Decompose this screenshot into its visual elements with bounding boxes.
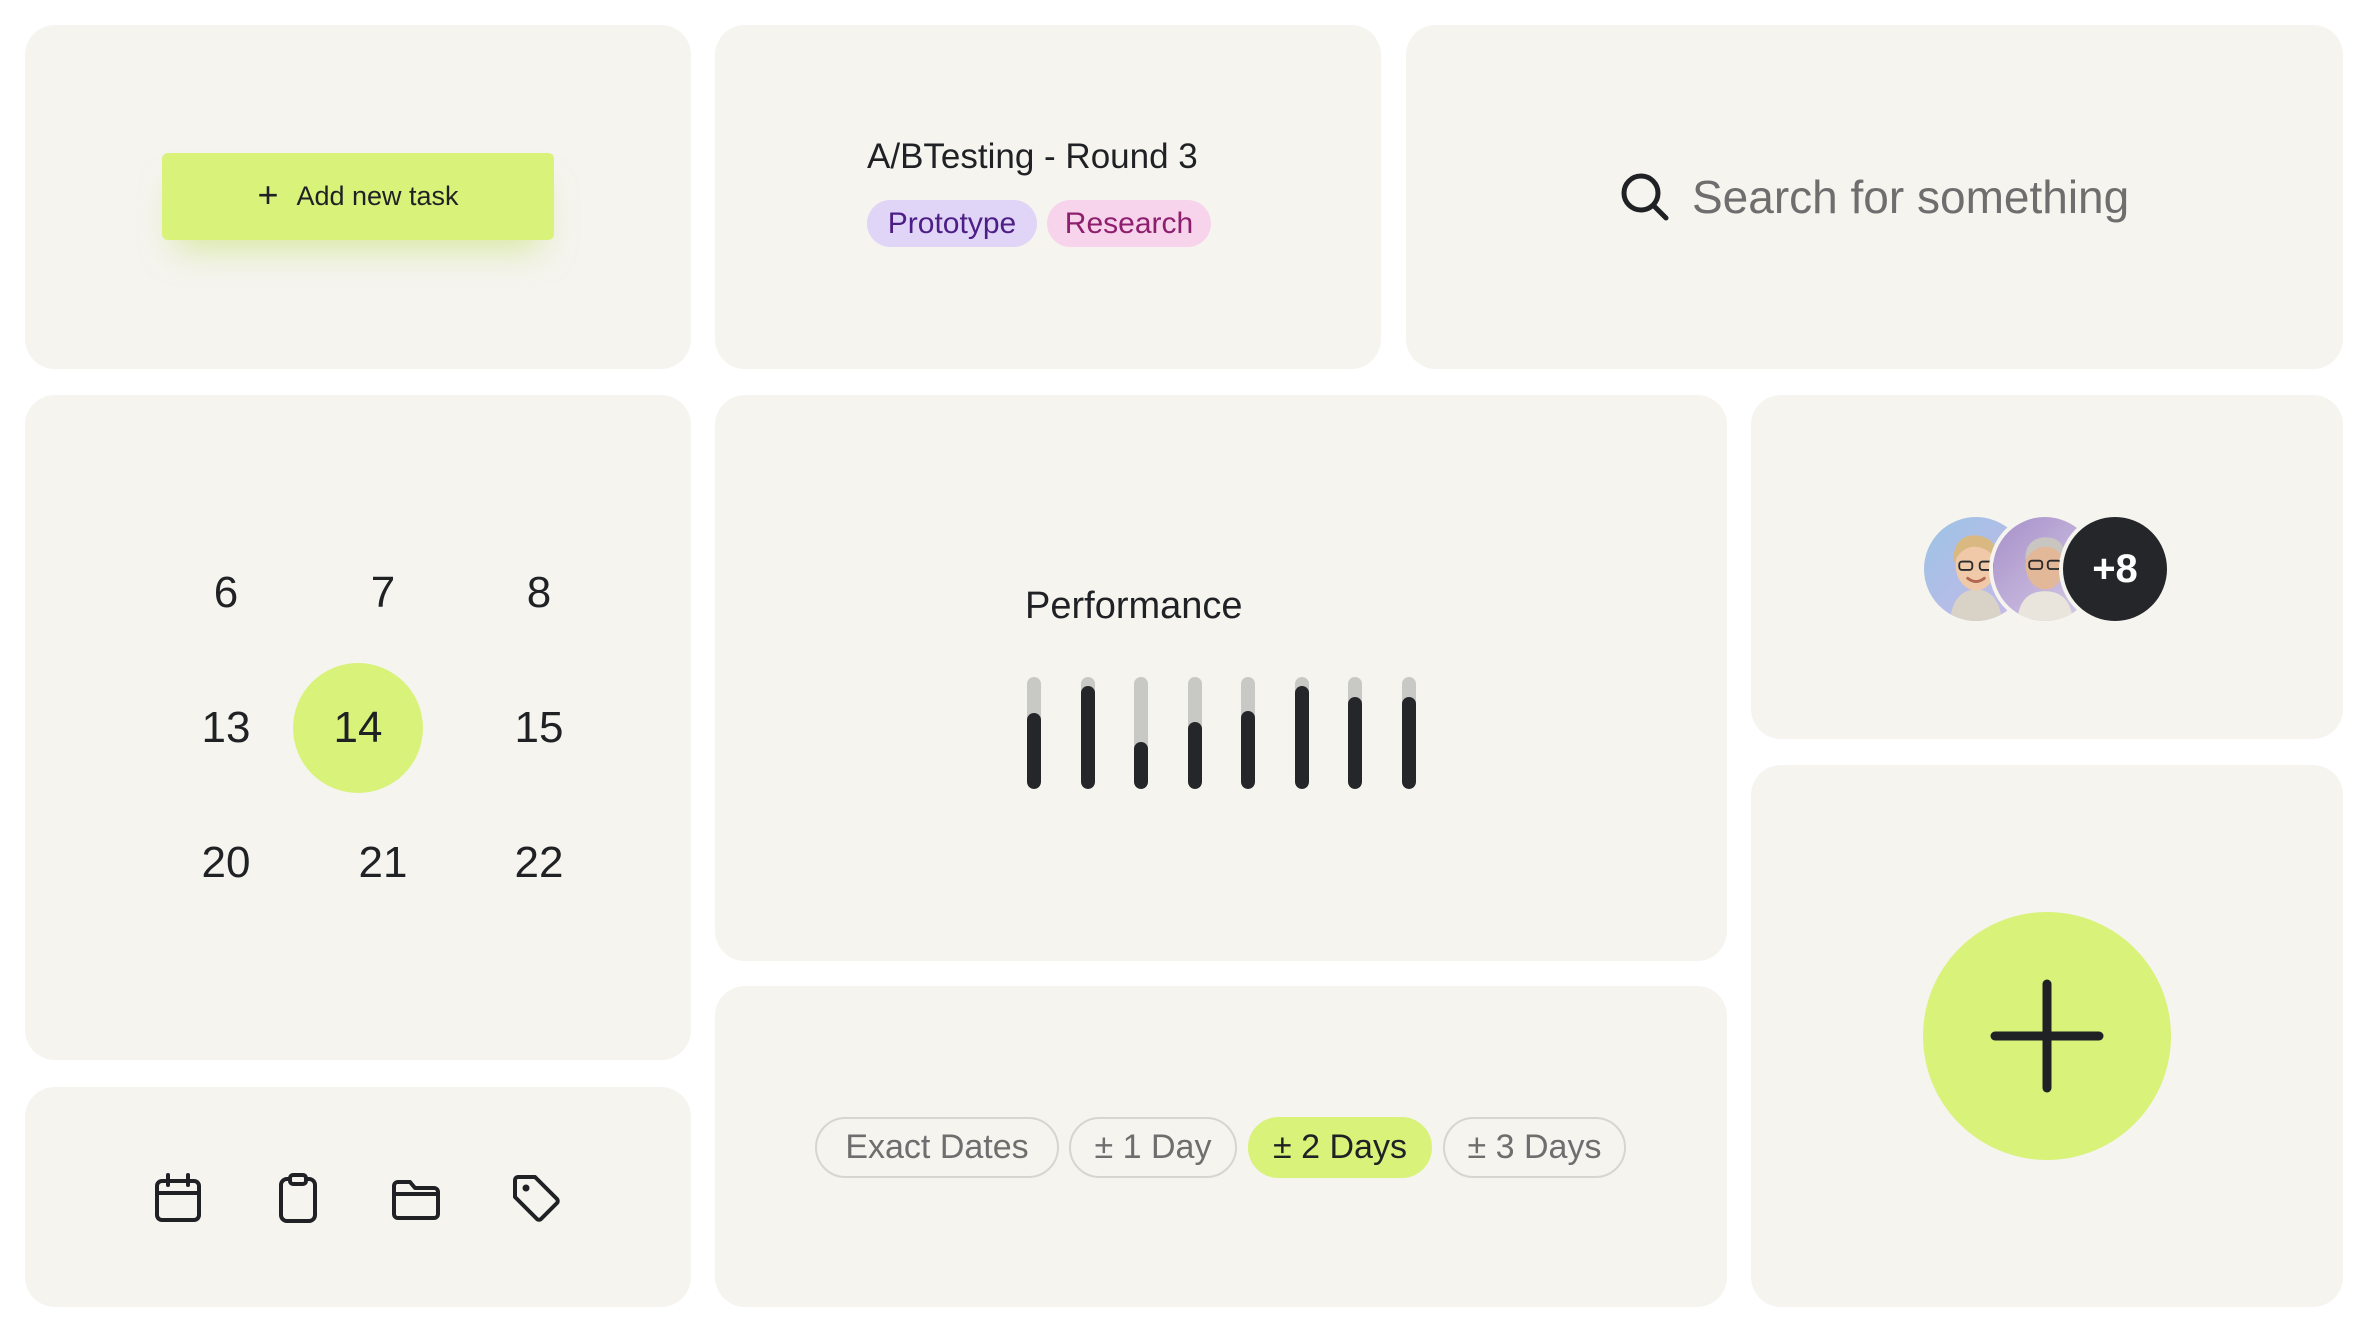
add-button[interactable] — [1923, 912, 2171, 1160]
performance-bar-fill — [1294, 686, 1309, 789]
tag-prototype[interactable]: Prototype — [867, 200, 1037, 247]
performance-bar — [1027, 677, 1041, 789]
project-card[interactable]: A/BTesting - Round 3 Prototype Research — [715, 25, 1381, 369]
filter-chip-3-days[interactable]: ± 3 Days — [1443, 1117, 1626, 1178]
performance-bar-fill — [1241, 711, 1255, 789]
performance-bar-fill — [1348, 697, 1362, 789]
performance-bar — [1401, 677, 1416, 789]
calendar-icon[interactable] — [152, 1172, 204, 1224]
performance-bar — [1187, 677, 1202, 789]
filter-chip-1-day[interactable]: ± 1 Day — [1069, 1117, 1237, 1178]
performance-bar — [1294, 677, 1309, 789]
calendar-day[interactable]: 15 — [474, 663, 604, 793]
search-card — [1406, 25, 2343, 369]
performance-bar-fill — [1134, 742, 1148, 789]
performance-bar-fill — [1027, 713, 1041, 789]
performance-title: Performance — [1025, 585, 1243, 627]
calendar-card: 6 7 8 13 14 15 20 21 22 — [25, 395, 691, 1060]
tools-card — [25, 1087, 691, 1307]
calendar-day[interactable]: 7 — [318, 528, 448, 658]
performance-bar — [1134, 677, 1148, 789]
calendar-day[interactable]: 21 — [318, 798, 448, 928]
calendar-day-selected[interactable]: 14 — [293, 663, 423, 793]
more-members-badge[interactable]: +8 — [2059, 513, 2171, 625]
tag-icon[interactable] — [510, 1172, 562, 1224]
performance-bar — [1241, 677, 1255, 789]
calendar-day[interactable]: 8 — [474, 528, 604, 658]
performance-card: Performance — [715, 395, 1727, 961]
performance-bar — [1080, 677, 1095, 789]
calendar-day[interactable]: 13 — [161, 663, 291, 793]
performance-bar — [1348, 677, 1362, 789]
calendar-day[interactable]: 20 — [161, 798, 291, 928]
add-task-card: + Add new task — [25, 25, 691, 369]
filter-chip-2-days[interactable]: ± 2 Days — [1248, 1117, 1432, 1178]
performance-bar-fill — [1187, 722, 1202, 789]
filter-chip-exact-dates[interactable]: Exact Dates — [815, 1117, 1059, 1178]
plus-icon: + — [257, 174, 279, 215]
performance-bar-fill — [1080, 686, 1095, 789]
folder-icon[interactable] — [390, 1172, 442, 1224]
search-icon — [1616, 168, 1674, 226]
add-new-task-button[interactable]: + Add new task — [162, 153, 554, 240]
performance-bar-fill — [1401, 697, 1416, 789]
clipboard-icon[interactable] — [272, 1172, 324, 1224]
calendar-day[interactable]: 6 — [161, 528, 291, 658]
search-input[interactable] — [1692, 168, 2192, 226]
calendar-day[interactable]: 22 — [474, 798, 604, 928]
tag-research[interactable]: Research — [1047, 200, 1211, 247]
project-title: A/BTesting - Round 3 — [867, 137, 1198, 176]
add-task-label: Add new task — [296, 181, 459, 211]
